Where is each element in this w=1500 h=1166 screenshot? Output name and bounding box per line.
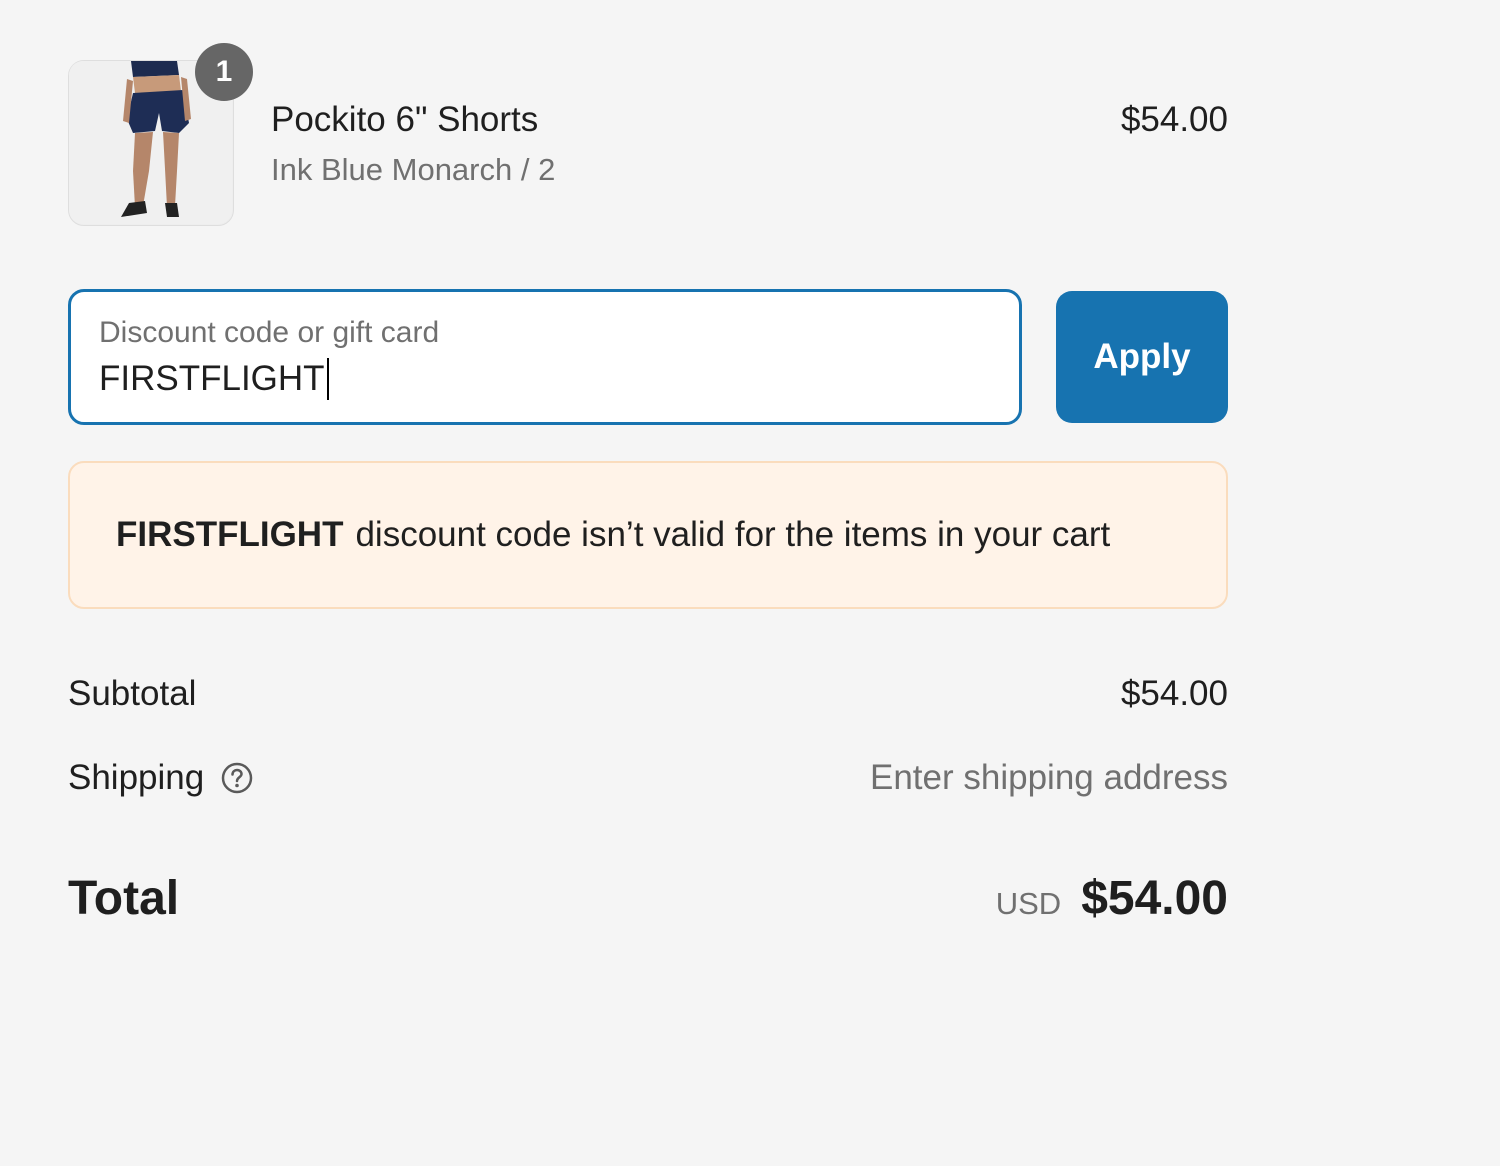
subtotal-value: $54.00 [1120,674,1228,713]
subtotal-row: Subtotal $54.00 [68,670,1228,718]
total-value: $54.00 [1081,871,1228,925]
quantity-badge: 1 [195,43,253,101]
shipping-label: Shipping [68,758,205,797]
total-amount: USD $54.00 [996,871,1228,926]
discount-field-label: Discount code or gift card [99,316,440,349]
text-caret [326,358,329,400]
banner-code: FIRSTFLIGHT [116,515,344,554]
shipping-row: Shipping Enter shipping address [68,754,1228,802]
apply-button[interactable]: Apply [1056,291,1228,423]
product-price: $54.00 [1120,100,1228,139]
discount-error-banner: FIRSTFLIGHT discount code isn’t valid fo… [68,461,1228,609]
line-item: 1 Pockito 6" Shorts Ink Blue Monarch / 2… [68,40,1228,230]
product-thumbnail: 1 [68,43,253,226]
help-circle-icon[interactable] [220,761,254,795]
product-name: Pockito 6" Shorts [271,100,539,139]
subtotal-label: Subtotal [68,674,197,713]
total-label: Total [68,871,180,925]
discount-field-value[interactable]: FIRSTFLIGHT [99,359,325,399]
total-row: Total USD $54.00 [68,866,1228,930]
discount-code-input[interactable]: Discount code or gift card FIRSTFLIGHT [68,289,1022,425]
currency-code: USD [995,885,1062,921]
discount-form: Discount code or gift card FIRSTFLIGHT A… [68,289,1228,425]
discount-field-value-wrap[interactable]: FIRSTFLIGHT [99,358,329,400]
product-info: Pockito 6" Shorts Ink Blue Monarch / 2 [271,98,555,190]
shipping-label-wrap: Shipping [68,758,254,798]
shipping-value: Enter shipping address [870,758,1228,797]
product-variant: Ink Blue Monarch / 2 [271,152,556,187]
banner-message: discount code isn’t valid for the items … [355,515,1111,554]
order-summary: 1 Pockito 6" Shorts Ink Blue Monarch / 2… [68,40,1228,925]
